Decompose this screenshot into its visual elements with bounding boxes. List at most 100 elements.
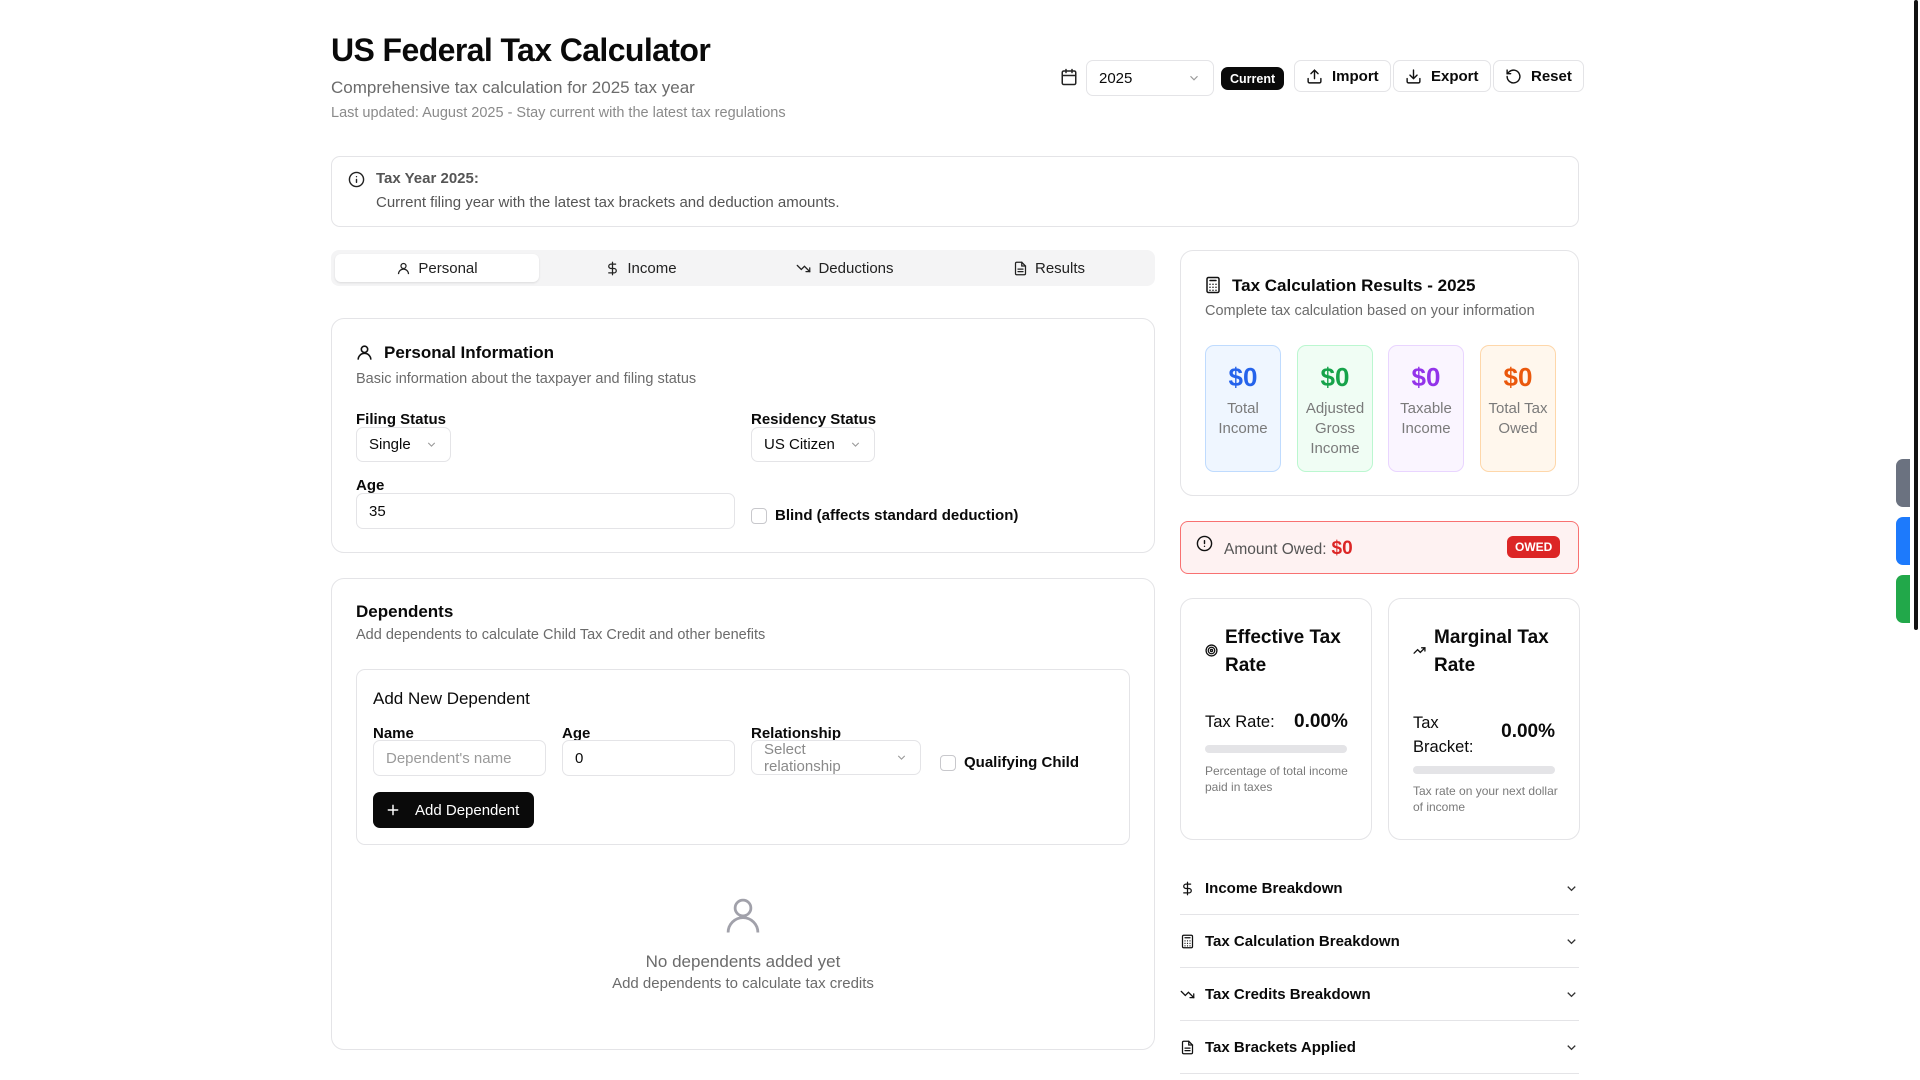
dependent-name-input[interactable]: Dependent's name — [373, 740, 546, 776]
dependents-card-title: Dependents — [356, 602, 454, 621]
side-widget-green[interactable] — [1896, 575, 1910, 623]
tab-personal[interactable]: Personal — [335, 254, 539, 282]
effective-rate-title: Effective Tax Rate — [1225, 627, 1341, 676]
age-label: Age — [356, 477, 385, 494]
stat-adjusted-gross-income: $0 Adjusted Gross Income — [1297, 345, 1373, 472]
filing-status-value: Single — [369, 436, 411, 453]
import-button[interactable]: Import — [1294, 60, 1391, 92]
stat-label: Total Tax Owed — [1488, 400, 1548, 437]
stat-value: $0 — [1411, 362, 1441, 392]
amount-owed-text: Amount Owed: $0 — [1224, 538, 1353, 560]
stat-value: $0 — [1228, 362, 1258, 392]
tax-year-info-banner — [331, 156, 1579, 227]
tab-label: Deductions — [818, 259, 894, 277]
accordion-tax-credits-breakdown[interactable]: Tax Credits Breakdown — [1180, 968, 1579, 1021]
qualifying-child-checkbox[interactable] — [940, 755, 956, 771]
vertical-scrollbar[interactable] — [1914, 0, 1918, 630]
dependent-name-placeholder: Dependent's name — [386, 749, 512, 767]
user-icon — [355, 343, 374, 362]
calculator-icon — [1204, 275, 1222, 295]
current-badge: Current — [1221, 67, 1285, 90]
personal-card-description: Basic information about the taxpayer and… — [356, 371, 697, 387]
plus-icon — [385, 802, 401, 818]
age-value: 35 — [369, 502, 386, 520]
marginal-rate-progress — [1413, 766, 1555, 774]
stat-label: Adjusted Gross Income — [1305, 400, 1365, 457]
tab-results[interactable]: Results — [947, 254, 1151, 282]
age-input[interactable]: 35 — [356, 493, 735, 529]
chevron-down-icon — [1564, 1040, 1579, 1055]
effective-rate-note: Percentage of total income paid in taxes — [1205, 764, 1348, 794]
tab-label: Income — [627, 259, 677, 277]
blind-checkbox[interactable] — [751, 508, 767, 524]
target-icon — [1205, 644, 1218, 657]
tab-income[interactable]: Income — [539, 254, 743, 282]
info-icon — [348, 171, 365, 188]
user-icon — [396, 261, 411, 276]
marginal-rate-title: Marginal Tax Rate — [1434, 627, 1549, 676]
effective-rate-progress — [1205, 745, 1347, 753]
banner-title: Tax Year 2025: — [376, 170, 479, 187]
marginal-rate-label: Tax Bracket: — [1413, 714, 1474, 756]
trending-down-icon — [796, 261, 811, 276]
tax-year-value: 2025 — [1099, 69, 1133, 87]
page-subtitle: Comprehensive tax calculation for 2025 t… — [331, 78, 695, 97]
tax-year-select[interactable]: 2025 — [1086, 60, 1214, 96]
user-placeholder-icon — [722, 893, 764, 937]
stat-label: Taxable Income — [1400, 400, 1452, 437]
blind-checkbox-label: Blind (affects standard deduction) — [775, 507, 1019, 524]
export-button[interactable]: Export — [1393, 60, 1491, 92]
chevron-down-icon — [1564, 881, 1579, 896]
add-dependent-button[interactable]: Add Dependent — [373, 792, 534, 828]
amount-owed-value: $0 — [1331, 538, 1353, 559]
side-widget-blue[interactable] — [1896, 517, 1910, 565]
tab-deductions[interactable]: Deductions — [743, 254, 947, 282]
add-dependent-label: Add Dependent — [415, 801, 520, 819]
export-label: Export — [1431, 67, 1479, 85]
file-text-icon — [1180, 1040, 1195, 1055]
reset-label: Reset — [1531, 67, 1572, 85]
qualifying-child-label: Qualifying Child — [964, 754, 1079, 771]
filing-status-select[interactable]: Single — [356, 427, 451, 462]
dependent-age-input[interactable]: 0 — [562, 740, 735, 776]
last-updated-text: Last updated: August 2025 - Stay current… — [331, 105, 786, 121]
stat-value: $0 — [1503, 362, 1533, 392]
accordion-label: Tax Calculation Breakdown — [1205, 932, 1400, 950]
trending-down-icon — [1180, 987, 1195, 1002]
stat-value: $0 — [1320, 362, 1350, 392]
stat-total-income: $0 Total Income — [1205, 345, 1281, 472]
amount-owed-label: Amount Owed: — [1224, 541, 1327, 558]
accordion-label: Tax Brackets Applied — [1205, 1038, 1356, 1056]
side-widget-gray[interactable] — [1896, 459, 1910, 507]
residency-status-value: US Citizen — [764, 436, 835, 453]
trending-up-icon — [1413, 644, 1426, 657]
accordion-tax-brackets-applied[interactable]: Tax Brackets Applied — [1180, 1021, 1579, 1074]
dependent-age-value: 0 — [575, 749, 584, 767]
calculator-icon — [1180, 934, 1195, 949]
chevron-down-icon — [895, 751, 908, 764]
residency-status-select[interactable]: US Citizen — [751, 427, 875, 462]
calendar-icon — [1060, 68, 1078, 86]
dollar-icon — [605, 261, 620, 276]
empty-dependents-title: No dependents added yet — [645, 952, 841, 971]
rotate-ccw-icon — [1505, 68, 1522, 85]
results-card-description: Complete tax calculation based on your i… — [1205, 303, 1535, 319]
page-title: US Federal Tax Calculator — [331, 32, 711, 68]
marginal-rate-value: 0.00% — [1501, 721, 1555, 742]
dollar-icon — [1180, 881, 1195, 896]
accordion-tax-calculation-breakdown[interactable]: Tax Calculation Breakdown — [1180, 915, 1579, 968]
tab-label: Personal — [418, 259, 478, 277]
tab-label: Results — [1034, 259, 1086, 277]
add-dependent-title: Add New Dependent — [373, 689, 530, 708]
relationship-select[interactable]: Select relationship — [751, 740, 921, 775]
accordion-income-breakdown[interactable]: Income Breakdown — [1180, 862, 1579, 915]
download-icon — [1405, 68, 1422, 85]
effective-rate-label: Tax Rate: — [1205, 713, 1275, 731]
owed-badge: OWED — [1507, 536, 1561, 558]
effective-rate-value: 0.00% — [1294, 711, 1348, 732]
chevron-down-icon — [1564, 934, 1579, 949]
reset-button[interactable]: Reset — [1493, 60, 1584, 92]
file-text-icon — [1013, 261, 1028, 276]
marginal-rate-note: Tax rate on your next dollar of income — [1413, 784, 1558, 814]
alert-circle-icon — [1196, 535, 1213, 552]
